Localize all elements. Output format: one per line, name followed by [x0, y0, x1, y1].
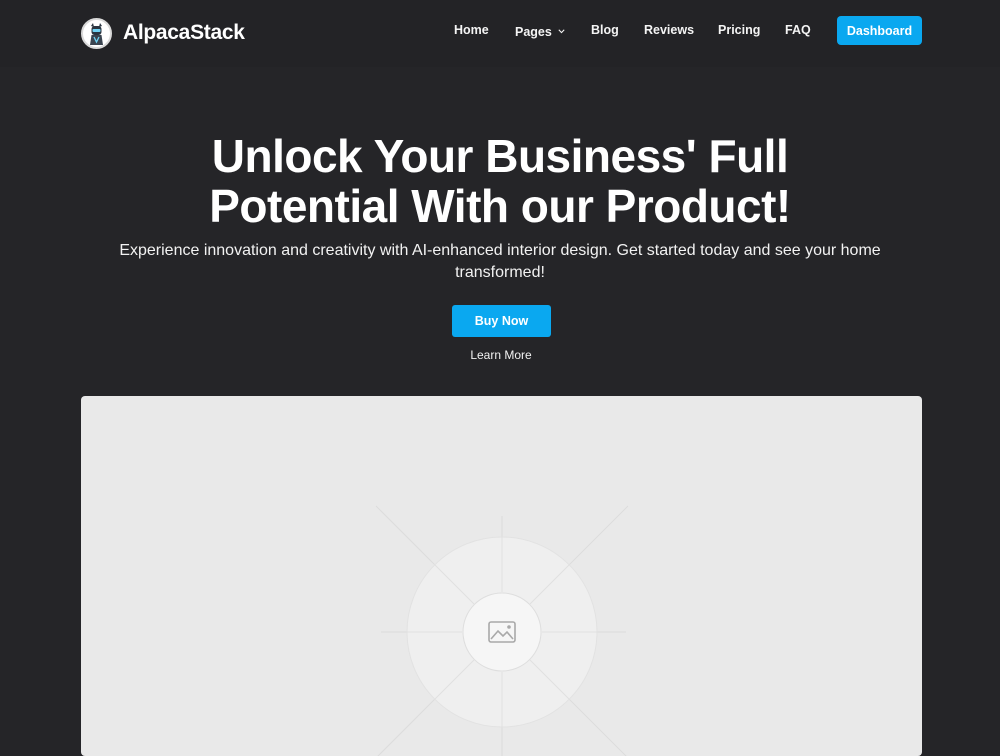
hero-subtitle: Experience innovation and creativity wit…: [119, 242, 881, 281]
brand-name: AlpacaStack: [123, 21, 245, 44]
nav-item-home[interactable]: Home: [454, 23, 489, 37]
brand[interactable]: AlpacaStack: [81, 17, 245, 49]
nav-item-faq[interactable]: FAQ: [785, 23, 811, 37]
hero-title-line-2: Potential With our Product!: [209, 180, 791, 232]
nav-item-pricing[interactable]: Pricing: [718, 23, 760, 37]
nav-item-pages-label: Pages: [515, 25, 552, 39]
nav-item-blog[interactable]: Blog: [591, 23, 619, 37]
dashboard-button[interactable]: Dashboard: [837, 16, 922, 45]
learn-more-link[interactable]: Learn More: [0, 348, 1000, 362]
hero-image-placeholder: [81, 396, 922, 756]
hero-title: Unlock Your Business' Full Potential Wit…: [0, 131, 1000, 231]
alpaca-logo-icon: [81, 17, 112, 49]
hero-title-line-1: Unlock Your Business' Full: [211, 130, 789, 182]
buy-now-button[interactable]: Buy Now: [452, 305, 551, 337]
nav-item-reviews[interactable]: Reviews: [644, 23, 694, 37]
chevron-down-icon: [558, 23, 565, 37]
nav-item-pages[interactable]: Pages: [515, 23, 565, 39]
navbar: AlpacaStack Home Pages Blog Reviews Pric…: [0, 0, 1000, 67]
placeholder-graphic: [375, 505, 629, 756]
